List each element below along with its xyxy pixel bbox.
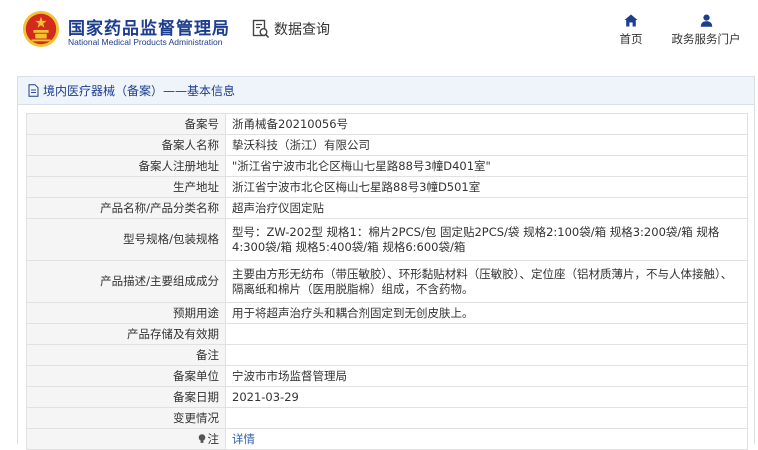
row-value xyxy=(225,323,748,345)
home-icon xyxy=(624,14,638,27)
row-value: 浙甬械备20210056号 xyxy=(225,113,748,135)
table-row: 备案单位 宁波市市场监督管理局 xyxy=(26,365,748,387)
nav-home[interactable]: 首页 xyxy=(612,14,650,47)
row-label: 备案号 xyxy=(26,113,226,135)
row-label: 备案单位 xyxy=(26,365,226,387)
row-value: 2021-03-29 xyxy=(225,386,748,408)
row-label: 备案日期 xyxy=(26,386,226,408)
info-table: 备案号 浙甬械备20210056号 备案人名称 挚沃科技（浙江）有限公司 备案人… xyxy=(26,113,748,450)
brand-title: 国家药品监督管理局 xyxy=(68,19,230,39)
row-value: "浙江省宁波市北仑区梅山七星路88号3幢D401室" xyxy=(225,155,748,177)
row-value: 用于将超声治疗头和耦合剂固定到无创皮肤上。 xyxy=(225,302,748,324)
bulb-icon xyxy=(198,433,205,443)
table-row: 生产地址 浙江省宁波市北仑区梅山七星路88号3幢D501室 xyxy=(26,176,748,198)
table-row: 预期用途 用于将超声治疗头和耦合剂固定到无创皮肤上。 xyxy=(26,302,748,324)
details-link[interactable]: 详情 xyxy=(232,432,255,446)
table-row: 产品名称/产品分类名称 超声治疗仪固定贴 xyxy=(26,197,748,219)
table-row: 型号规格/包装规格 型号：ZW-202型 规格1：棉片2PCS/包 固定贴2PC… xyxy=(26,218,748,261)
row-value: 挚沃科技（浙江）有限公司 xyxy=(225,134,748,156)
row-label: 预期用途 xyxy=(26,302,226,324)
table-row: 备注 xyxy=(26,344,748,366)
table-row: 备案日期 2021-03-29 xyxy=(26,386,748,408)
row-label: 生产地址 xyxy=(26,176,226,198)
brand-subtitle: National Medical Products Administration xyxy=(68,37,223,47)
user-icon xyxy=(700,14,712,27)
national-emblem-icon xyxy=(22,10,60,48)
table-row: 产品描述/主要组成成分 主要由方形无纺布（带压敏胶）、环形黏贴材料（压敏胶）、定… xyxy=(26,260,748,303)
nav-home-label: 首页 xyxy=(619,32,643,46)
row-value xyxy=(225,344,748,366)
row-value: 浙江省宁波市北仑区梅山七星路88号3幢D501室 xyxy=(225,176,748,198)
nav-service-label: 政务服务门户 xyxy=(671,32,741,46)
document-icon xyxy=(28,84,39,97)
row-label: 备案人注册地址 xyxy=(26,155,226,177)
row-label: 产品描述/主要组成成分 xyxy=(26,260,226,303)
nav-service-portal[interactable]: 政务服务门户 xyxy=(664,14,748,47)
detail-panel: 境内医疗器械（备案）——基本信息 备案号 浙甬械备20210056号 备案人名称… xyxy=(17,76,755,450)
note-label: 注 xyxy=(207,431,220,446)
table-row: 变更情况 xyxy=(26,407,748,429)
row-value: 超声治疗仪固定贴 xyxy=(225,197,748,219)
row-label: 备注 xyxy=(26,344,226,366)
row-label: 产品名称/产品分类名称 xyxy=(26,197,226,219)
table-row: 备案人名称 挚沃科技（浙江）有限公司 xyxy=(26,134,748,156)
panel-title-text: 境内医疗器械（备案）——基本信息 xyxy=(43,84,236,98)
table-row: 注 详情 xyxy=(26,428,748,450)
row-label: 型号规格/包装规格 xyxy=(26,218,226,261)
row-label: 变更情况 xyxy=(26,407,226,429)
row-label: 产品存储及有效期 xyxy=(26,323,226,345)
row-value xyxy=(225,407,748,429)
row-value: 主要由方形无纺布（带压敏胶）、环形黏贴材料（压敏胶）、定位座（铝材质薄片，不与人… xyxy=(225,260,748,303)
data-query-label: 数据查询 xyxy=(274,22,330,38)
data-query-link[interactable]: 数据查询 xyxy=(252,19,330,39)
row-label: 备案人名称 xyxy=(26,134,226,156)
table-row: 备案号 浙甬械备20210056号 xyxy=(26,113,748,135)
table-row: 备案人注册地址 "浙江省宁波市北仑区梅山七星路88号3幢D401室" xyxy=(26,155,748,177)
table-row: 产品存储及有效期 xyxy=(26,323,748,345)
site-header: 国家药品监督管理局 National Medical Products Admi… xyxy=(0,0,758,64)
row-value: 宁波市市场监督管理局 xyxy=(225,365,748,387)
row-value: 详情 xyxy=(225,428,748,450)
row-value: 型号：ZW-202型 规格1：棉片2PCS/包 固定贴2PCS/袋 规格2:10… xyxy=(225,218,748,261)
panel-title: 境内医疗器械（备案）——基本信息 xyxy=(18,77,754,105)
data-query-icon xyxy=(252,19,270,39)
row-label-note: 注 xyxy=(26,428,226,450)
